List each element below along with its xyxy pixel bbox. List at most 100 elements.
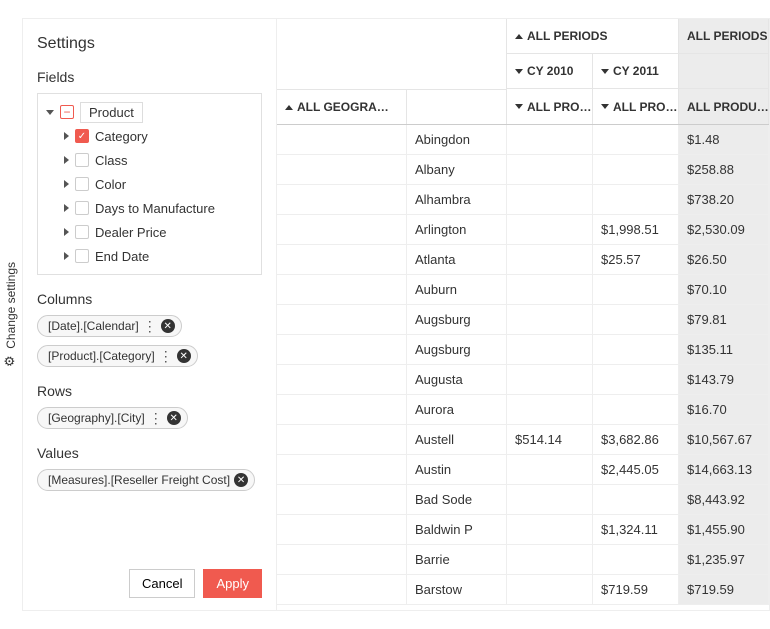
apply-button[interactable]: Apply <box>203 569 262 598</box>
cell-cy2010 <box>507 455 593 484</box>
header-cy2010[interactable]: CY 2010 <box>507 54 593 88</box>
header-all-periods[interactable]: ALL PERIODS <box>507 19 679 53</box>
row-city: Augsburg <box>407 305 507 334</box>
checkbox[interactable] <box>75 249 89 263</box>
row-city: Augsburg <box>407 335 507 364</box>
table-row: Arlington $1,998.51$2,530.09 <box>277 215 769 245</box>
header-all-products-total: ALL PRODU… <box>679 89 769 124</box>
values-label: Values <box>37 445 262 461</box>
chip-date-calendar[interactable]: [Date].[Calendar] ⋮ ✕ <box>37 315 182 337</box>
close-icon[interactable]: ✕ <box>161 319 175 333</box>
table-row: Albany$258.88 <box>277 155 769 185</box>
cancel-button[interactable]: Cancel <box>129 569 195 598</box>
cell-total: $1,455.90 <box>679 515 769 544</box>
more-icon[interactable]: ⋮ <box>159 349 173 363</box>
tree-root-label: Product <box>80 102 143 123</box>
cell-total: $1,235.97 <box>679 545 769 574</box>
cell-cy2011 <box>593 155 679 184</box>
row-city: Bad Sode <box>407 485 507 514</box>
cell-total: $1.48 <box>679 125 769 154</box>
cell-cy2010 <box>507 335 593 364</box>
chip-label: [Measures].[Reseller Freight Cost] <box>48 473 230 487</box>
table-row: Augusta$143.79 <box>277 365 769 395</box>
checkbox[interactable] <box>75 201 89 215</box>
header-all-products-1[interactable]: ALL PRO… <box>507 89 593 124</box>
close-icon[interactable]: ✕ <box>167 411 181 425</box>
cell-cy2010 <box>507 575 593 604</box>
close-icon[interactable]: ✕ <box>177 349 191 363</box>
cell-cy2010 <box>507 185 593 214</box>
checkbox[interactable] <box>75 225 89 239</box>
cell-cy2011: $719.59 <box>593 575 679 604</box>
cell-total: $16.70 <box>679 395 769 424</box>
chevron-right-icon[interactable] <box>64 204 69 212</box>
cell-cy2010 <box>507 545 593 574</box>
header-cy2011[interactable]: CY 2011 <box>593 54 679 88</box>
table-row: Atlanta$25.57$26.50 <box>277 245 769 275</box>
header-all-geography[interactable]: ALL GEOGRA… <box>277 90 407 124</box>
more-icon[interactable]: ⋮ <box>149 411 163 425</box>
chip-geography-city[interactable]: [Geography].[City] ⋮ ✕ <box>37 407 188 429</box>
checkbox[interactable] <box>75 153 89 167</box>
cell-total: $26.50 <box>679 245 769 274</box>
row-city: Barrie <box>407 545 507 574</box>
chevron-right-icon[interactable] <box>64 156 69 164</box>
tree-item-dealer-price[interactable]: Dealer Price <box>42 220 257 244</box>
table-row: Abingdon$1.48 <box>277 125 769 155</box>
cell-cy2010 <box>507 395 593 424</box>
table-row: Baldwin P$1,324.11$1,455.90 <box>277 515 769 545</box>
cell-cy2011 <box>593 125 679 154</box>
cell-cy2010 <box>507 275 593 304</box>
cell-total: $2,530.09 <box>679 215 769 244</box>
chevron-right-icon[interactable] <box>64 180 69 188</box>
cell-cy2011 <box>593 365 679 394</box>
gear-icon: ⚙ <box>4 352 19 367</box>
table-row: Barrie $1,235.97 <box>277 545 769 575</box>
table-row: Austell$514.14$3,682.86$10,567.67 <box>277 425 769 455</box>
change-settings-tab[interactable]: ⚙ Change settings <box>0 258 22 372</box>
cell-cy2011 <box>593 335 679 364</box>
tree-item-label: Color <box>95 177 126 192</box>
tree-item-days-to-manufacture[interactable]: Days to Manufacture <box>42 196 257 220</box>
row-city: Baldwin P <box>407 515 507 544</box>
cell-cy2011: $2,445.05 <box>593 455 679 484</box>
table-row: Barstow$719.59$719.59 <box>277 575 769 605</box>
chip-product-category[interactable]: [Product].[Category] ⋮ ✕ <box>37 345 198 367</box>
chevron-right-icon[interactable] <box>64 132 69 140</box>
chip-label: [Date].[Calendar] <box>48 319 139 333</box>
columns-chips: [Date].[Calendar] ⋮ ✕ [Product].[Categor… <box>37 315 262 367</box>
chip-reseller-freight-cost[interactable]: [Measures].[Reseller Freight Cost] ✕ <box>37 469 255 491</box>
chip-label: [Product].[Category] <box>48 349 155 363</box>
tree-item-category[interactable]: ✓ Category <box>42 124 257 148</box>
cell-cy2010 <box>507 485 593 514</box>
settings-title: Settings <box>37 35 262 53</box>
more-icon[interactable]: ⋮ <box>143 319 157 333</box>
tree-item-class[interactable]: Class <box>42 148 257 172</box>
tree-item-label: Dealer Price <box>95 225 167 240</box>
table-row: Alhambra$738.20 <box>277 185 769 215</box>
row-city: Alhambra <box>407 185 507 214</box>
table-row: Aurora$16.70 <box>277 395 769 425</box>
tree-root-product[interactable]: − Product <box>42 100 257 124</box>
close-icon[interactable]: ✕ <box>234 473 248 487</box>
fields-tree: − Product ✓ Category Class Color <box>37 93 262 275</box>
cell-total: $14,663.13 <box>679 455 769 484</box>
tree-item-end-date[interactable]: End Date <box>42 244 257 268</box>
collapse-icon[interactable]: − <box>60 105 74 119</box>
cell-total: $143.79 <box>679 365 769 394</box>
table-row: Augsburg$135.11 <box>277 335 769 365</box>
checkbox[interactable]: ✓ <box>75 129 89 143</box>
chevron-right-icon[interactable] <box>64 228 69 236</box>
cell-cy2011: $1,998.51 <box>593 215 679 244</box>
chevron-down-icon[interactable] <box>46 110 54 115</box>
cell-cy2011: $25.57 <box>593 245 679 274</box>
tree-item-label: Days to Manufacture <box>95 201 215 216</box>
cell-cy2010 <box>507 215 593 244</box>
chevron-right-icon[interactable] <box>64 252 69 260</box>
row-city: Arlington <box>407 215 507 244</box>
table-row: Auburn$70.10 <box>277 275 769 305</box>
checkbox[interactable] <box>75 177 89 191</box>
cell-cy2011 <box>593 395 679 424</box>
header-all-products-2[interactable]: ALL PRO… <box>593 89 679 124</box>
tree-item-color[interactable]: Color <box>42 172 257 196</box>
